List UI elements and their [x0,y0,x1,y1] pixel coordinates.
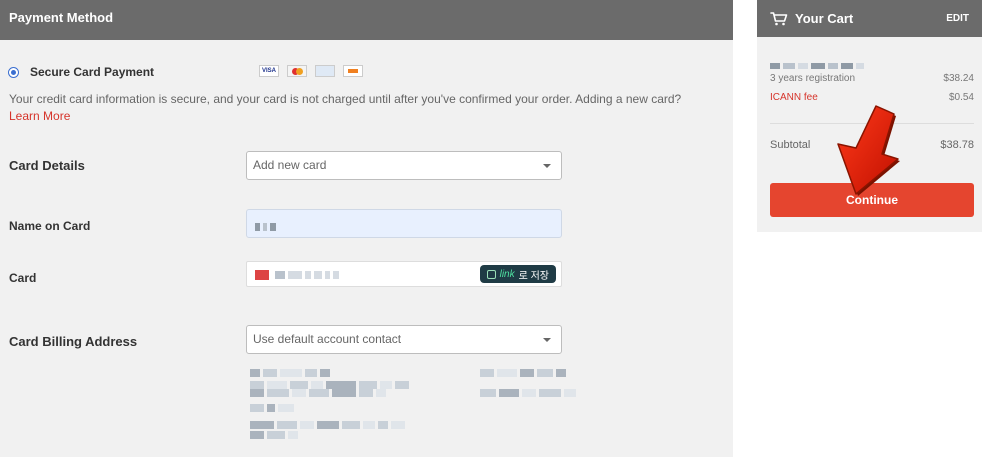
mastercard-logo-icon [287,65,307,77]
billing-address-select[interactable]: Use default account contact [246,325,562,354]
cart-item-icann-fee: ICANN fee $0.54 [770,92,974,103]
cart-item-label: ICANN fee [770,92,818,103]
card-number-input[interactable]: link 로 저장 [246,261,562,287]
dropdown-caret-icon [543,164,551,168]
billing-contact-details [250,369,595,449]
billing-address-select-value: Use default account contact [253,332,402,346]
learn-more-link[interactable]: Learn More [9,109,70,123]
name-on-card-label: Name on Card [9,219,91,233]
dropdown-caret-icon [543,338,551,342]
cart-header: Your Cart EDIT [757,0,982,37]
card-details-select[interactable]: Add new card [246,151,562,180]
card-details-label: Card Details [9,158,85,173]
link-brand-text: link [499,268,515,280]
card-details-select-value: Add new card [253,158,327,172]
link-save-button[interactable]: link 로 저장 [479,265,556,283]
secure-card-payment-label: Secure Card Payment [30,65,155,79]
cart-item-price: $0.54 [948,92,974,103]
cart-edit-link[interactable]: EDIT [946,13,969,24]
cart-icon [770,11,788,26]
secure-info-text: Your credit card information is secure, … [9,91,719,125]
cart-item-label: 3 years registration [770,73,856,84]
secure-info-body: Your credit card information is secure, … [9,92,682,106]
discover-logo-icon [343,65,363,77]
secure-card-payment-option[interactable]: Secure Card Payment [8,65,154,79]
card-billing-address-label: Card Billing Address [9,334,138,349]
visa-logo-icon: VISA [259,65,279,77]
card-label: Card [9,271,37,285]
accepted-cards: VISA [259,65,363,77]
link-save-icon [486,269,496,279]
amex-logo-icon [315,65,335,77]
cart-item-registration: 3 years registration $38.24 [770,73,974,84]
link-save-text: 로 저장 [518,270,549,282]
subtotal-label: Subtotal [770,139,811,151]
card-brand-icon [255,269,269,280]
radio-selected-icon[interactable] [8,66,19,78]
subtotal-value: $38.78 [940,139,974,151]
cart-title: Your Cart [795,11,854,26]
cart-item-price: $38.24 [943,73,974,84]
name-on-card-input[interactable] [246,209,562,238]
red-arrow-icon [832,104,902,196]
payment-method-title: Payment Method [0,0,733,40]
payment-method-panel: Payment Method Secure Card Payment VISA … [0,0,733,457]
